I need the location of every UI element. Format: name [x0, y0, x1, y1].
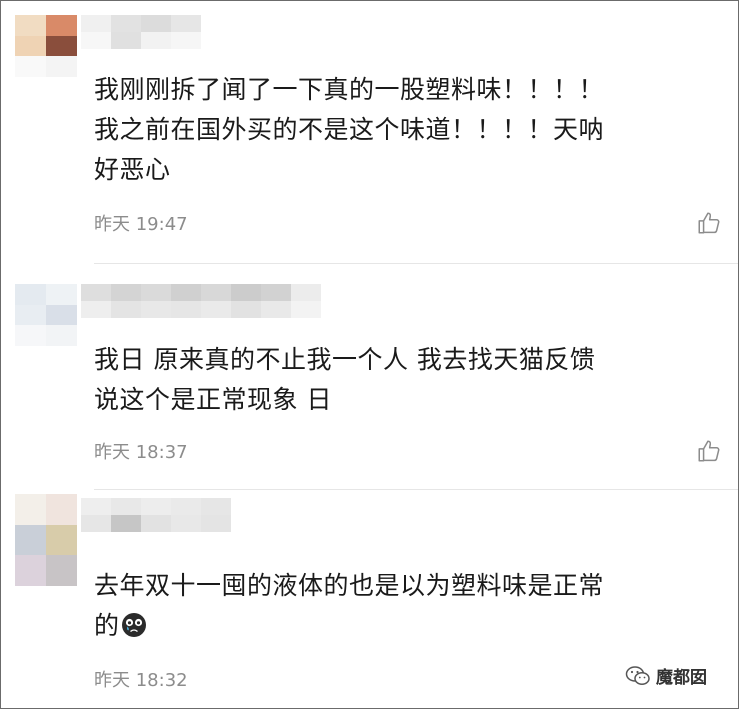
avatar[interactable] — [15, 494, 77, 586]
comment-time: 昨天 18:37 — [94, 442, 188, 463]
username-secondary — [81, 301, 321, 318]
username-secondary — [81, 515, 231, 532]
avatar[interactable] — [15, 15, 77, 77]
thumbs-up-icon[interactable] — [696, 438, 722, 464]
username[interactable] — [81, 15, 201, 32]
avatar[interactable] — [15, 284, 77, 346]
comment-text: 去年双十一囤的液体的也是以为塑料味是正常 的 — [94, 566, 724, 646]
watermark: 魔都囡 — [625, 663, 707, 688]
comment-text: 我日 原来真的不止我一个人 我去找天猫反馈 说这个是正常现象 日 — [94, 345, 596, 414]
divider — [94, 263, 738, 264]
comment-text: 我刚刚拆了闻了一下真的一股塑料味！！！！ 我之前在国外买的不是这个味道！！！！天… — [94, 75, 605, 184]
watermark-text: 魔都囡 — [656, 668, 707, 688]
comment-time: 昨天 19:47 — [94, 214, 188, 235]
username[interactable] — [81, 284, 321, 301]
thumbs-up-icon[interactable] — [696, 210, 722, 236]
username[interactable] — [81, 498, 231, 515]
username-secondary — [81, 32, 201, 49]
comment-text-content: 去年双十一囤的液体的也是以为塑料味是正常 的 — [94, 571, 605, 640]
comment-list: 我刚刚拆了闻了一下真的一股塑料味！！！！ 我之前在国外买的不是这个味道！！！！天… — [0, 0, 739, 709]
divider — [94, 489, 738, 490]
wechat-icon — [625, 665, 650, 685]
comment-time: 昨天 18:32 — [94, 670, 188, 691]
crying-face-icon — [121, 613, 146, 637]
